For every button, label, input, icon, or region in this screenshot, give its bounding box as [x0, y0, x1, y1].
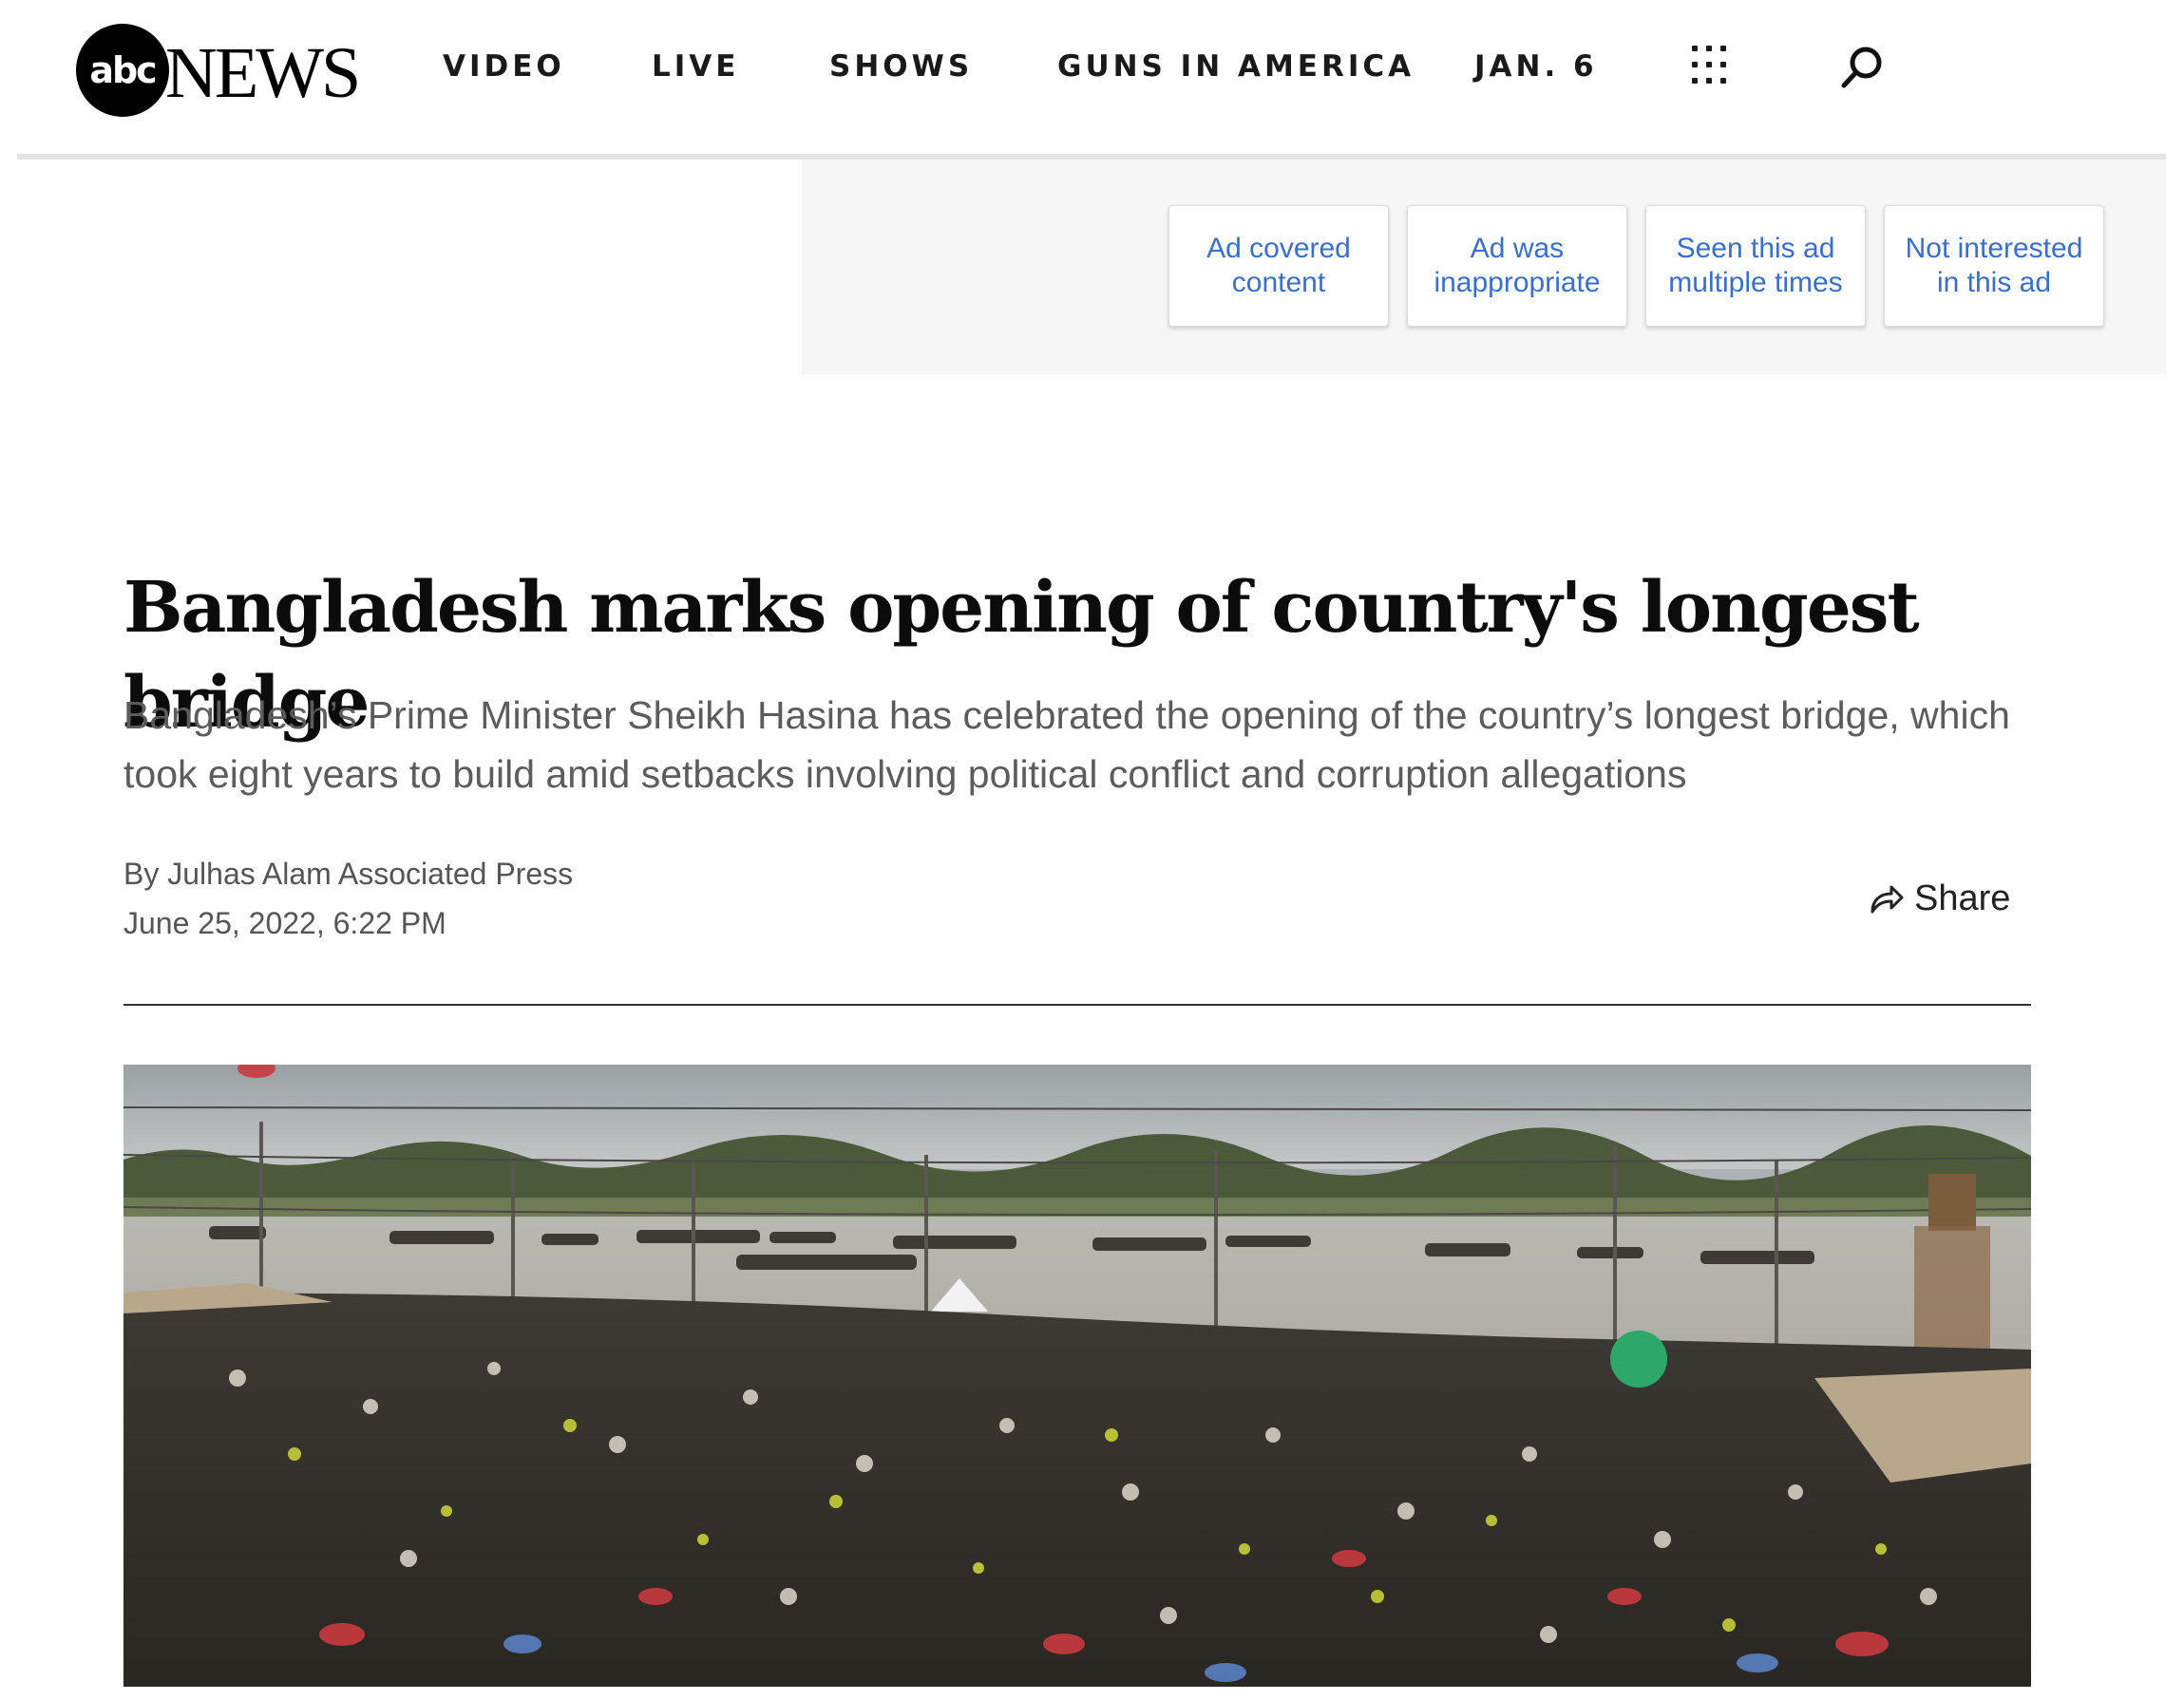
share-label: Share [1914, 878, 2011, 918]
nav-guns-in-america[interactable]: GUNS IN AMERICA [1057, 49, 1415, 84]
ad-feedback-panel: Ad covered content Ad was inappropriate … [802, 160, 2166, 374]
article-byline: By Julhas Alam Associated Press [123, 857, 574, 891]
top-navigation-bar: abc NEWS VIDEO LIVE SHOWS GUNS IN AMERIC… [0, 0, 2184, 154]
share-button[interactable]: Share [1867, 874, 2010, 923]
ad-not-interested-button[interactable]: Not interested in this ad [1884, 205, 2104, 327]
nav-video[interactable]: VIDEO [443, 49, 565, 84]
ad-blank-area [17, 160, 802, 374]
crowd-riverbank-photo [123, 1065, 2031, 1687]
article-hero-photo[interactable] [123, 1065, 2031, 1687]
article-divider [123, 1004, 2031, 1006]
grid-dots-icon[interactable] [1692, 46, 1732, 85]
abc-logo-circle: abc [76, 24, 169, 117]
article-dek: Bangladesh’s Prime Minister Sheikh Hasin… [123, 693, 2010, 796]
ad-seen-multiple-times-button[interactable]: Seen this ad multiple times [1645, 205, 1866, 327]
news-wordmark: NEWS [165, 33, 361, 113]
abc-news-logo[interactable]: abc NEWS [76, 24, 361, 123]
article-date: June 25, 2022, 6:22 PM [123, 906, 446, 940]
nav-jan-6[interactable]: JAN. 6 [1474, 49, 1598, 84]
nav-live[interactable]: LIVE [652, 49, 739, 84]
search-icon[interactable] [1838, 43, 1888, 92]
share-arrow-icon [1871, 885, 1904, 914]
ad-covered-content-button[interactable]: Ad covered content [1168, 205, 1389, 327]
nav-shows[interactable]: SHOWS [829, 49, 973, 84]
ad-inappropriate-button[interactable]: Ad was inappropriate [1407, 205, 1627, 327]
